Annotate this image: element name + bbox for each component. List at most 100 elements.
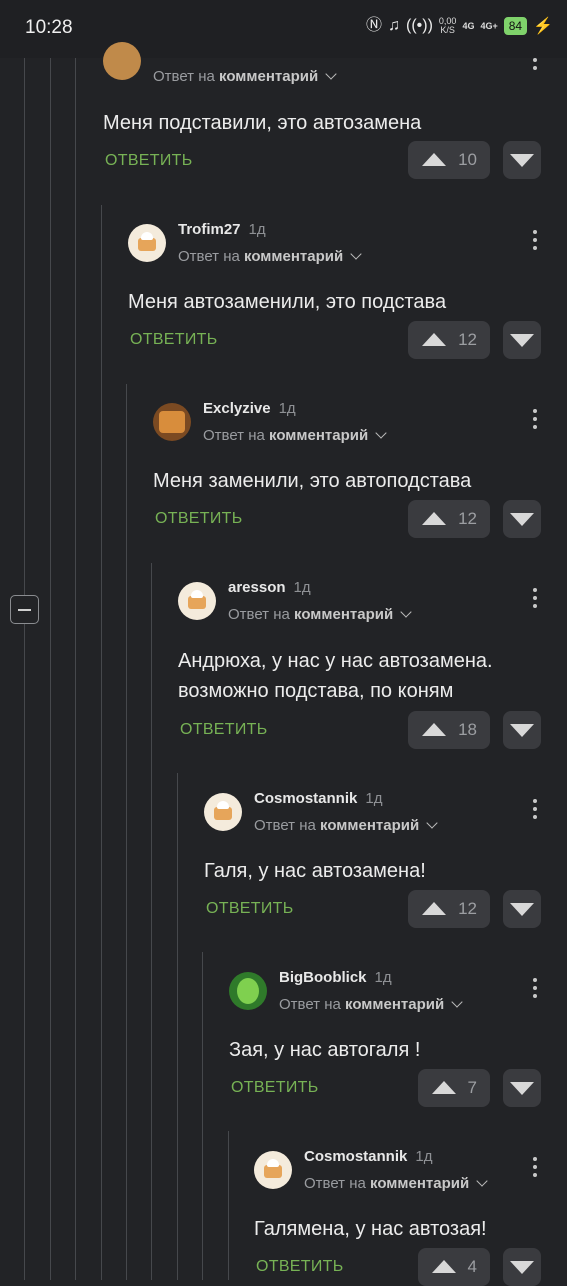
thread-line bbox=[202, 952, 203, 1280]
comment: Exclyzive 1д Ответ на комментарий Меня за… bbox=[153, 400, 567, 551]
reply-to[interactable]: Ответ на комментарий bbox=[153, 68, 337, 85]
avatar[interactable] bbox=[153, 403, 191, 441]
chevron-down-icon bbox=[426, 817, 438, 829]
downvote-button[interactable] bbox=[503, 321, 541, 359]
thread-line bbox=[50, 58, 51, 1280]
arrow-down-icon bbox=[510, 724, 534, 737]
nfc-icon: Ⓝ bbox=[365, 17, 382, 34]
downvote-button[interactable] bbox=[503, 890, 541, 928]
reply-button[interactable]: ОТВЕТИТЬ bbox=[231, 1079, 319, 1097]
signal-2-icon: 4G+ bbox=[480, 21, 498, 31]
reply-to[interactable]: Ответ на комментарий bbox=[304, 1175, 488, 1192]
upvote-button[interactable]: 12 bbox=[408, 321, 490, 359]
status-icons: Ⓝ ♫ ((•)) 0,00 K/S 4G 4G+ 84 ⚡ bbox=[366, 16, 553, 36]
more-options-icon[interactable] bbox=[533, 1157, 537, 1181]
username[interactable]: aresson 1д bbox=[228, 579, 311, 596]
thread-line bbox=[151, 563, 152, 1280]
reply-button[interactable]: ОТВЕТИТЬ bbox=[206, 900, 294, 918]
reply-button[interactable]: ОТВЕТИТЬ bbox=[155, 510, 243, 528]
upvote-button[interactable]: 12 bbox=[408, 500, 490, 538]
username[interactable]: BigBooblick 1д bbox=[279, 969, 392, 986]
reply-button[interactable]: ОТВЕТИТЬ bbox=[180, 721, 268, 739]
comment: aresson 1д Ответ на комментарий Андрюха, … bbox=[178, 579, 567, 760]
reply-button[interactable]: ОТВЕТИТЬ bbox=[105, 152, 193, 170]
downvote-button[interactable] bbox=[503, 500, 541, 538]
status-time: 10:28 bbox=[25, 17, 73, 38]
username[interactable]: Exclyzive 1д bbox=[203, 400, 296, 417]
collapse-thread-button[interactable] bbox=[10, 595, 39, 624]
arrow-down-icon bbox=[510, 334, 534, 347]
arrow-up-icon bbox=[432, 1081, 456, 1094]
arrow-down-icon bbox=[510, 1082, 534, 1095]
hotspot-icon: ((•)) bbox=[405, 17, 433, 34]
avatar[interactable] bbox=[178, 582, 216, 620]
net-speed: 0,00 K/S bbox=[438, 16, 457, 35]
arrow-up-icon bbox=[422, 333, 446, 346]
chevron-down-icon bbox=[325, 68, 337, 80]
comment-text: Меня подставили, это автозамена bbox=[103, 112, 422, 134]
thread-line bbox=[24, 58, 25, 1280]
comment-text: Галямена, у нас автозая! bbox=[254, 1218, 487, 1240]
vote-count: 12 bbox=[458, 330, 477, 349]
chevron-down-icon bbox=[375, 427, 387, 439]
username[interactable]: Cosmostannik 1д bbox=[254, 790, 382, 807]
charging-icon: ⚡ bbox=[533, 18, 553, 35]
comment-text: Меня автозаменили, это подстава bbox=[128, 291, 447, 313]
headphones-icon: ♫ bbox=[387, 17, 400, 34]
arrow-up-icon bbox=[422, 153, 446, 166]
thread-line bbox=[177, 773, 178, 1280]
downvote-button[interactable] bbox=[503, 711, 541, 749]
thread-line bbox=[75, 58, 76, 1280]
avatar[interactable] bbox=[128, 224, 166, 262]
arrow-down-icon bbox=[510, 1261, 534, 1274]
comment-text: Галя, у нас автозамена! bbox=[204, 860, 426, 882]
signal-1-icon: 4G bbox=[462, 21, 475, 31]
comment-text: Андрюха, у нас у нас автозамена. возможн… bbox=[178, 650, 493, 702]
reply-button[interactable]: ОТВЕТИТЬ bbox=[130, 331, 218, 349]
comment: Trofim27 1д Ответ на комментарий Меня авт… bbox=[128, 221, 567, 372]
more-options-icon[interactable] bbox=[533, 409, 537, 433]
thread-line bbox=[101, 205, 102, 1280]
more-options-icon[interactable] bbox=[533, 588, 537, 612]
battery-icon: 84 bbox=[503, 17, 528, 35]
upvote-button[interactable]: 18 bbox=[408, 711, 490, 749]
avatar[interactable] bbox=[103, 42, 141, 80]
more-options-icon[interactable] bbox=[533, 799, 537, 823]
chevron-down-icon bbox=[476, 1175, 488, 1187]
more-options-icon[interactable] bbox=[533, 58, 537, 74]
reply-button[interactable]: ОТВЕТИТЬ bbox=[256, 1258, 344, 1276]
upvote-button[interactable]: 4 bbox=[418, 1248, 490, 1286]
chevron-down-icon bbox=[400, 606, 412, 618]
comment: Ответ на комментарий Меня подставили, эт… bbox=[103, 40, 567, 190]
vote-count: 12 bbox=[458, 899, 477, 918]
upvote-button[interactable]: 7 bbox=[418, 1069, 490, 1107]
reply-to[interactable]: Ответ на комментарий bbox=[279, 996, 463, 1013]
vote-count: 7 bbox=[467, 1078, 477, 1097]
more-options-icon[interactable] bbox=[533, 230, 537, 254]
arrow-up-icon bbox=[422, 512, 446, 525]
arrow-up-icon bbox=[422, 902, 446, 915]
downvote-button[interactable] bbox=[503, 141, 541, 179]
arrow-down-icon bbox=[510, 513, 534, 526]
comment: Cosmostannik 1д Ответ на комментарий Галя… bbox=[204, 790, 567, 941]
avatar[interactable] bbox=[254, 1151, 292, 1189]
reply-to[interactable]: Ответ на комментарий bbox=[178, 248, 362, 265]
vote-count: 12 bbox=[458, 509, 477, 528]
reply-to[interactable]: Ответ на комментарий bbox=[203, 427, 387, 444]
username[interactable]: Cosmostannik 1д bbox=[304, 1148, 432, 1165]
upvote-button[interactable]: 10 bbox=[408, 141, 490, 179]
vote-count: 4 bbox=[467, 1257, 477, 1276]
avatar[interactable] bbox=[204, 793, 242, 831]
comment-text: Зая, у нас автогаля ! bbox=[229, 1039, 421, 1061]
downvote-button[interactable] bbox=[503, 1248, 541, 1286]
downvote-button[interactable] bbox=[503, 1069, 541, 1107]
reply-to[interactable]: Ответ на комментарий bbox=[254, 817, 438, 834]
arrow-down-icon bbox=[510, 903, 534, 916]
avatar[interactable] bbox=[229, 972, 267, 1010]
upvote-button[interactable]: 12 bbox=[408, 890, 490, 928]
reply-to[interactable]: Ответ на комментарий bbox=[228, 606, 412, 623]
thread-line bbox=[228, 1131, 229, 1280]
more-options-icon[interactable] bbox=[533, 978, 537, 1002]
username[interactable]: Trofim27 1д bbox=[178, 221, 266, 238]
comment: BigBooblick 1д Ответ на комментарий Зая, … bbox=[229, 969, 567, 1120]
